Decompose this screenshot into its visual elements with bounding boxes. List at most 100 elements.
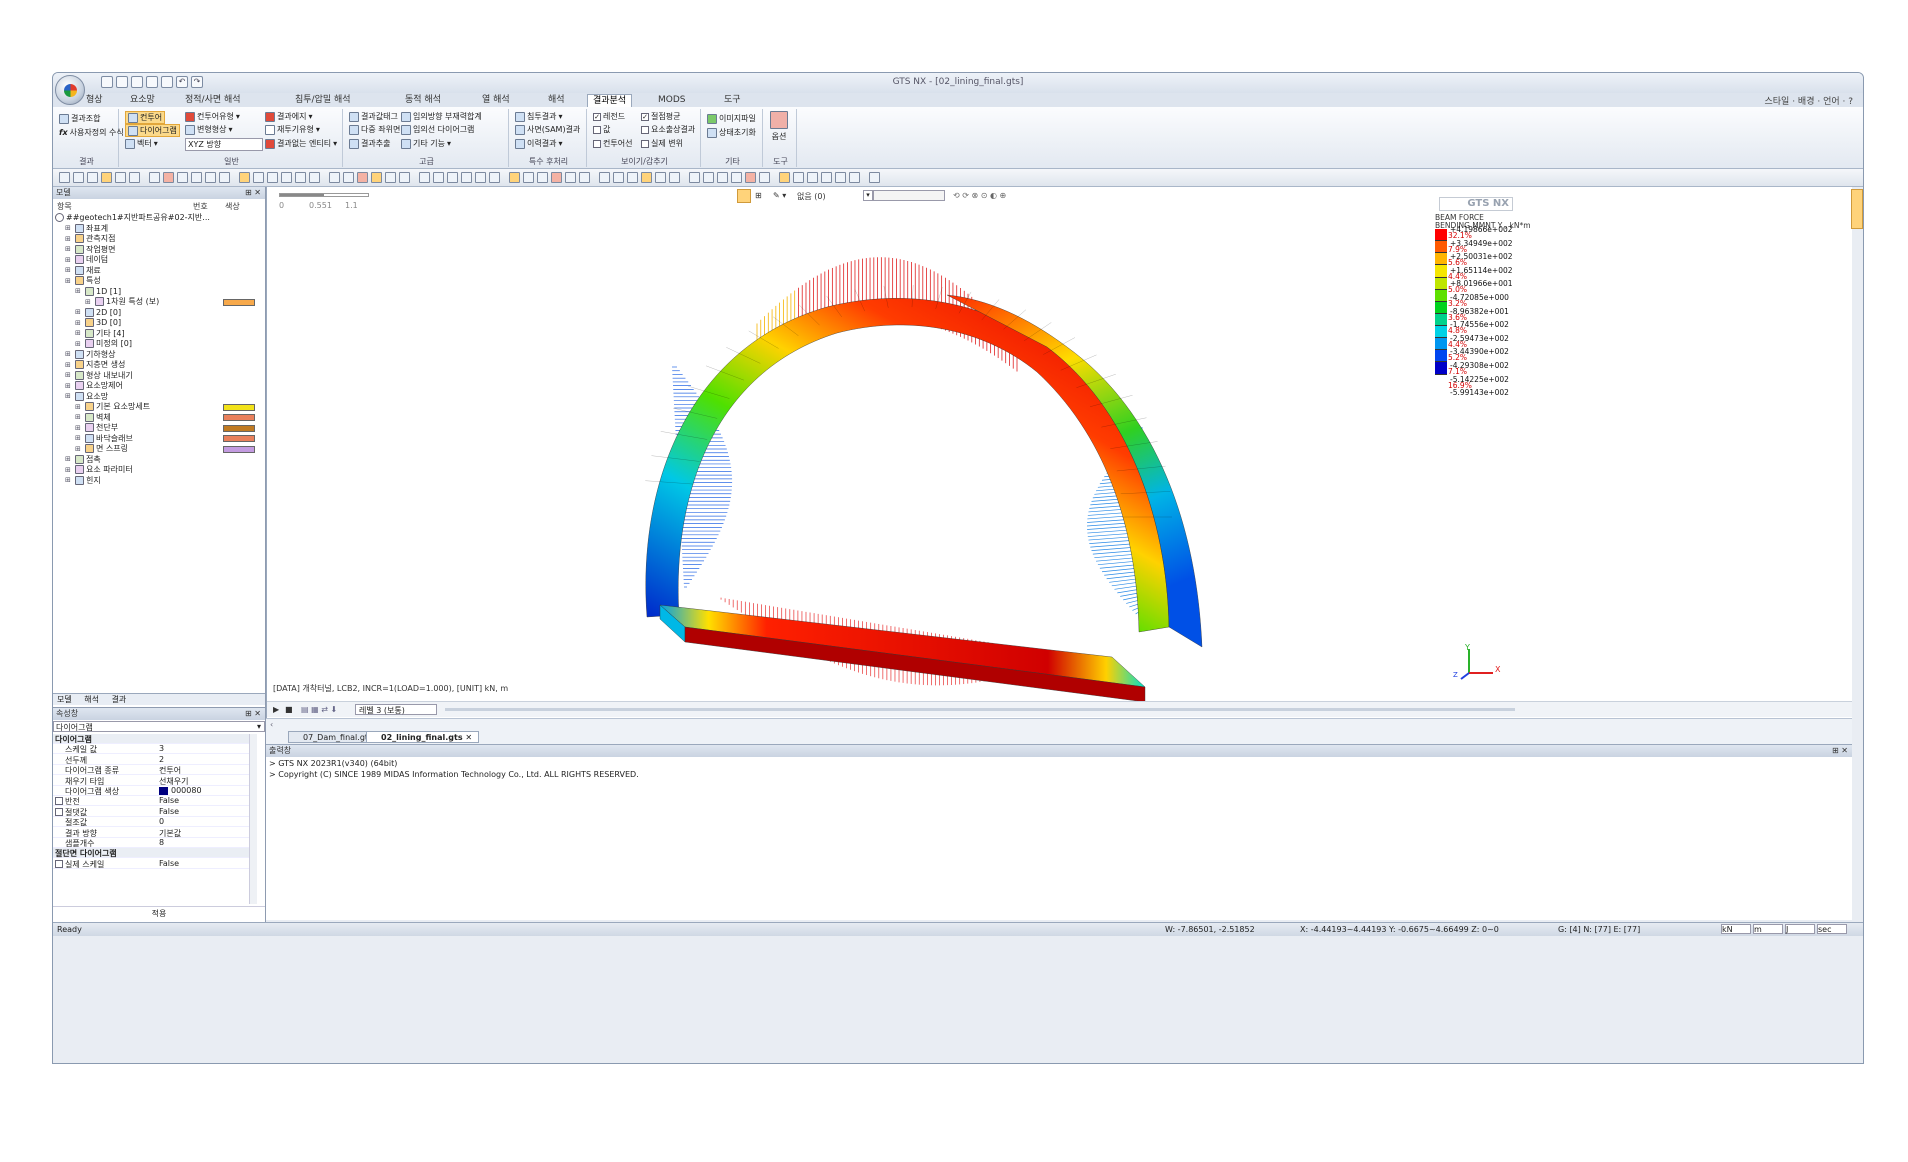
real-displacement-checkbox[interactable]: 실제 변위: [641, 138, 683, 149]
property-value[interactable]: 000080: [159, 786, 202, 795]
image-file-button[interactable]: 이미지파일: [707, 113, 756, 124]
expand-icon[interactable]: ⊞: [65, 371, 73, 379]
unit-force-select[interactable]: kN: [1721, 924, 1751, 934]
iso-view-icon[interactable]: [655, 172, 666, 183]
unit-energy-select[interactable]: J: [1785, 924, 1815, 934]
expand-icon[interactable]: ⊞: [65, 266, 73, 274]
property-row[interactable]: 결과 방향 기본값: [53, 828, 256, 838]
tab-menu[interactable]: 동적 해석: [400, 94, 446, 107]
tree-item[interactable]: ⊞ 요소망: [65, 391, 108, 401]
measure-icon[interactable]: [475, 172, 486, 183]
pan-icon[interactable]: [807, 172, 818, 183]
arbitrary-line-diagram-button[interactable]: 임의선 다이어그램: [401, 124, 474, 135]
property-row[interactable]: 선두께 2: [53, 755, 256, 765]
element-result-checkbox[interactable]: 요소출상결과: [641, 124, 695, 135]
panel-pin-close-icon[interactable]: ⊞ ✕: [245, 187, 261, 199]
property-row[interactable]: 다이어그램 종류 컨투어: [53, 765, 256, 776]
pan-icon[interactable]: [87, 172, 98, 183]
no-result-entity-button[interactable]: 결과없는 엔티티 ▾: [265, 138, 337, 149]
front-view-icon[interactable]: [627, 172, 638, 183]
expand-icon[interactable]: ⊞: [65, 235, 73, 243]
expand-icon[interactable]: ⊞: [65, 476, 73, 484]
tree-item[interactable]: ⊞ 작업평면: [65, 244, 115, 254]
panel-pin-close-icon[interactable]: ⊞ ✕: [245, 708, 261, 720]
application-menu-button[interactable]: [55, 75, 85, 105]
front-view-icon[interactable]: [869, 172, 880, 183]
expand-icon[interactable]: ⊞: [85, 298, 93, 306]
expand-icon[interactable]: ⊞: [65, 245, 73, 253]
contour-button[interactable]: 컨투어: [125, 111, 166, 124]
result-extract-button[interactable]: 결과추출: [349, 138, 390, 149]
result-combination-button[interactable]: 결과조합: [59, 113, 100, 124]
expand-icon[interactable]: ⊞: [75, 424, 83, 432]
legend-checkbox[interactable]: ✓ 레전드: [593, 111, 625, 122]
result-edge-button[interactable]: 결과에지 ▾: [265, 111, 312, 122]
fit-icon[interactable]: [115, 172, 126, 183]
fit-icon[interactable]: [599, 172, 610, 183]
tree-item[interactable]: ⊞ 지층면 생성: [65, 360, 125, 370]
show-icon[interactable]: [703, 172, 714, 183]
tab-result[interactable]: 결과: [112, 695, 127, 704]
node-icon[interactable]: [489, 172, 500, 183]
tree-item[interactable]: ⊞ 요소망제어: [65, 381, 123, 391]
property-row[interactable]: 실제 스케일 False: [53, 859, 256, 869]
vector-button[interactable]: 벡터 ▾: [125, 138, 158, 149]
tree-item[interactable]: ⊞ 미정의 [0]: [75, 339, 132, 349]
property-checkbox[interactable]: [55, 807, 63, 816]
tree-item[interactable]: ⊞ 3D [0]: [75, 318, 121, 328]
property-row[interactable]: 반전 False: [53, 796, 256, 807]
node-average-checkbox[interactable]: ✓ 절점평균: [641, 111, 680, 122]
tab-menu[interactable]: 형상: [81, 94, 108, 107]
top-view-icon[interactable]: [399, 172, 410, 183]
apply-button[interactable]: 적용: [53, 906, 265, 919]
tree-item[interactable]: ⊞ 기하형상: [65, 349, 115, 359]
contour-line-checkbox[interactable]: 컨투어선: [593, 138, 632, 149]
property-value[interactable]: 선채우기: [159, 776, 188, 787]
element-icon[interactable]: [509, 172, 520, 183]
property-row[interactable]: 채우기 타입 선채우기: [53, 776, 256, 786]
expand-icon[interactable]: ⊞: [65, 361, 73, 369]
contour-type-button[interactable]: 컨투어유형 ▾: [185, 111, 240, 122]
expand-icon[interactable]: ⊞: [75, 413, 83, 421]
pan-icon[interactable]: [329, 172, 340, 183]
expand-icon[interactable]: ⊞: [65, 256, 73, 264]
grid-icon[interactable]: [849, 172, 860, 183]
show-icon[interactable]: [461, 172, 472, 183]
node-icon[interactable]: [253, 172, 264, 183]
zoom-icon[interactable]: [551, 172, 562, 183]
expand-icon[interactable]: ⊞: [75, 445, 83, 453]
tab-menu[interactable]: 도구: [719, 94, 746, 107]
property-row[interactable]: 절단면 다이어그램: [53, 848, 256, 859]
front-view-icon[interactable]: [385, 172, 396, 183]
render-icon[interactable]: [669, 172, 680, 183]
tree-item-color-swatch[interactable]: [223, 414, 255, 421]
seepage-result-button[interactable]: 침투결과 ▾: [515, 111, 562, 122]
tree-item[interactable]: ⊞ 바닥슬래브: [75, 433, 133, 443]
property-selector[interactable]: 다이어그램 ▾: [53, 721, 265, 732]
select-icon[interactable]: [295, 172, 306, 183]
tree-item[interactable]: ⊞ 좌표계: [65, 223, 108, 233]
diagram-button[interactable]: 다이어그램: [125, 124, 180, 137]
tree-item-color-swatch[interactable]: [223, 445, 255, 453]
rotate-icon[interactable]: [579, 172, 590, 183]
tree-item[interactable]: ⊞ 접촉: [65, 454, 101, 464]
fit-icon[interactable]: [357, 172, 368, 183]
tab-menu[interactable]: 결과분석: [587, 94, 633, 107]
grid-icon[interactable]: [613, 172, 624, 183]
zoom-icon[interactable]: [793, 172, 804, 183]
expand-icon[interactable]: ⊞: [65, 350, 73, 358]
hide-icon[interactable]: [447, 172, 458, 183]
tab-menu[interactable]: 정적/사면 해석: [180, 94, 246, 107]
property-value[interactable]: False: [159, 859, 179, 868]
xyz-direction-select[interactable]: XYZ 방향: [185, 138, 263, 151]
iso-view-icon[interactable]: [419, 172, 430, 183]
options-button[interactable]: 옵션: [770, 111, 788, 142]
tab-menu[interactable]: 침투/압밀 해석: [290, 94, 356, 107]
tree-item[interactable]: ⊞ 기본 요소망세트: [75, 402, 150, 412]
property-checkbox[interactable]: [55, 797, 63, 806]
iso-view-icon[interactable]: [177, 172, 188, 183]
tree-item[interactable]: ⊞ 힌지: [65, 475, 101, 485]
hide-icon[interactable]: [205, 172, 216, 183]
tree-item[interactable]: ⊞ 천단부: [75, 423, 118, 433]
result-tag-button[interactable]: 결과값태그: [349, 111, 398, 122]
